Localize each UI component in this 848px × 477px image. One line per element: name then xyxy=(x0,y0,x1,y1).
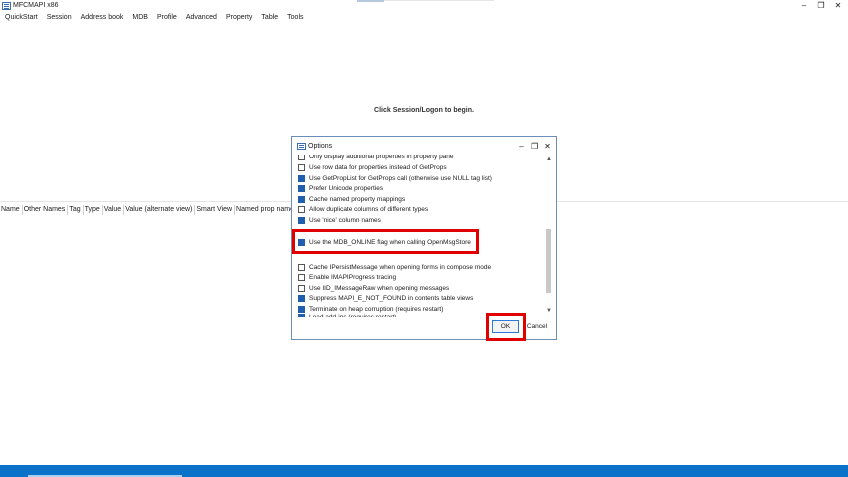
ok-button[interactable]: OK xyxy=(492,320,519,333)
app-icon xyxy=(2,2,11,10)
menu-advanced[interactable]: Advanced xyxy=(181,12,221,24)
option-item[interactable]: Terminate on heap corruption (requires r… xyxy=(298,304,443,314)
dialog-titlebar: Options – ❐ ✕ xyxy=(292,137,556,157)
option-label: Suppress MAPI_E_NOT_FOUND in contents ta… xyxy=(309,294,474,302)
menu-profile[interactable]: Profile xyxy=(152,12,181,24)
taskbar xyxy=(0,465,848,477)
title-tab-strip xyxy=(384,0,494,1)
checkbox-checked[interactable] xyxy=(298,305,305,313)
option-label: Allow duplicate columns of different typ… xyxy=(309,205,429,213)
scroll-down-icon[interactable]: ▼ xyxy=(545,307,553,315)
app-title: MFCMAPI x86 xyxy=(13,2,59,9)
app-titlebar: MFCMAPI x86 – ❐ ✕ xyxy=(0,0,848,12)
title-tab-indicator xyxy=(357,0,384,2)
option-item[interactable]: Use the MDB_ONLINE flag when calling Ope… xyxy=(298,237,471,247)
checkbox-checked[interactable] xyxy=(298,195,305,203)
column-header[interactable]: Type xyxy=(84,205,103,215)
option-label: Use row data for properties instead of G… xyxy=(309,163,447,171)
column-header[interactable]: Named prop name xyxy=(235,205,298,215)
option-label: Terminate on heap corruption (requires r… xyxy=(309,305,444,313)
option-item[interactable]: Use 'nice' column names xyxy=(298,215,381,225)
checkbox-unchecked[interactable] xyxy=(298,273,305,281)
checkbox-unchecked[interactable] xyxy=(298,263,305,271)
column-header[interactable]: Other Names xyxy=(23,205,69,215)
options-list: Only display additional properties in pr… xyxy=(297,155,548,317)
close-icon[interactable]: ✕ xyxy=(544,141,551,153)
column-header[interactable]: Tag xyxy=(68,205,84,215)
option-label: Cache IPersistMessage when opening forms… xyxy=(309,263,492,271)
column-header[interactable]: Smart View xyxy=(195,205,236,215)
property-column-headers: Name Other Names Tag Type Value Value (a… xyxy=(0,205,298,215)
option-item[interactable]: Use row data for properties instead of G… xyxy=(298,162,447,172)
option-label: Use GetPropList for GetProps call (other… xyxy=(309,174,492,182)
maximize-icon[interactable]: ❐ xyxy=(531,141,538,153)
menu-property[interactable]: Property xyxy=(221,12,256,24)
option-item[interactable]: Cache IPersistMessage when opening forms… xyxy=(298,262,491,272)
option-label: Cache named property mappings xyxy=(309,195,406,203)
checkbox-checked[interactable] xyxy=(298,238,305,246)
menu-table[interactable]: Table xyxy=(256,12,282,24)
checkbox-unchecked[interactable] xyxy=(298,284,305,292)
checkbox-checked[interactable] xyxy=(298,216,305,224)
scroll-up-icon[interactable]: ▲ xyxy=(545,155,553,163)
option-label: Only display additional properties in pr… xyxy=(309,155,454,160)
checkbox-unchecked[interactable] xyxy=(298,155,305,160)
column-header[interactable]: Name xyxy=(0,205,23,215)
option-item[interactable]: Only display additional properties in pr… xyxy=(298,155,454,160)
checkbox-unchecked[interactable] xyxy=(298,163,305,171)
maximize-icon[interactable]: ❐ xyxy=(817,0,825,12)
cancel-button[interactable]: Cancel xyxy=(522,320,552,333)
menu-tools[interactable]: Tools xyxy=(282,12,307,24)
checkbox-checked[interactable] xyxy=(298,174,305,182)
dialog-app-icon xyxy=(297,143,306,150)
menubar: QuickStart Session Address book MDB Prof… xyxy=(0,12,308,24)
option-label: Use the MDB_ONLINE flag when calling Ope… xyxy=(309,238,471,246)
option-label: Load add-ins (requires restart) xyxy=(309,314,396,317)
options-scrollbar[interactable]: ▲ ▼ xyxy=(545,155,553,317)
checkbox-checked[interactable] xyxy=(298,314,305,317)
checkbox-unchecked[interactable] xyxy=(298,205,305,213)
menu-session[interactable]: Session xyxy=(42,12,76,24)
scroll-thumb[interactable] xyxy=(546,229,551,293)
option-label: Prefer Unicode properties xyxy=(309,184,384,192)
column-header[interactable]: Value (alternate view) xyxy=(124,205,196,215)
option-label: Use IID_IMessageRaw when opening message… xyxy=(309,284,450,292)
dialog-controls: – ❐ ✕ xyxy=(518,141,551,153)
column-header[interactable]: Value xyxy=(103,205,125,215)
option-item[interactable]: Use GetPropList for GetProps call (other… xyxy=(298,173,492,183)
option-item[interactable]: Use IID_IMessageRaw when opening message… xyxy=(298,283,449,293)
option-item[interactable]: Prefer Unicode properties xyxy=(298,183,383,193)
minimize-icon[interactable]: – xyxy=(518,141,525,153)
option-item[interactable]: Allow duplicate columns of different typ… xyxy=(298,204,428,214)
menu-quickstart[interactable]: QuickStart xyxy=(0,12,42,24)
minimize-icon[interactable]: – xyxy=(800,0,808,12)
option-item[interactable]: Load add-ins (requires restart) xyxy=(298,314,396,317)
checkbox-checked[interactable] xyxy=(298,294,305,302)
close-icon[interactable]: ✕ xyxy=(834,0,842,12)
menu-mdb[interactable]: MDB xyxy=(127,12,152,24)
checkbox-checked[interactable] xyxy=(298,184,305,192)
dialog-title: Options xyxy=(308,143,333,150)
option-label: Enable IMAPIProgress tracing xyxy=(309,273,397,281)
window-controls: – ❐ ✕ xyxy=(800,0,842,12)
options-dialog: Options – ❐ ✕ Only display additional pr… xyxy=(291,136,557,340)
option-item[interactable]: Cache named property mappings xyxy=(298,194,405,204)
option-label: Use 'nice' column names xyxy=(309,216,381,224)
menu-address-book[interactable]: Address book xyxy=(76,12,128,24)
option-item[interactable]: Enable IMAPIProgress tracing xyxy=(298,272,396,282)
option-item[interactable]: Suppress MAPI_E_NOT_FOUND in contents ta… xyxy=(298,293,473,303)
logon-hint: Click Session/Logon to begin. xyxy=(374,107,474,114)
